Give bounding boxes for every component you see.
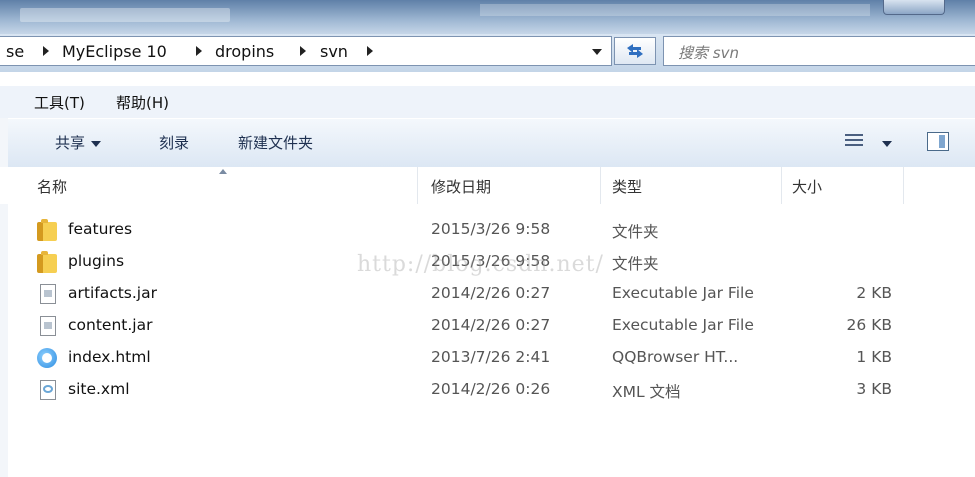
file-type: XML 文档 <box>612 383 681 401</box>
folder-icon <box>37 251 57 273</box>
browser-icon <box>37 348 57 368</box>
column-header-type[interactable]: 类型 <box>612 176 642 197</box>
breadcrumb-arrow-icon[interactable] <box>367 46 373 56</box>
address-bar[interactable]: se MyEclipse 10 dropins svn <box>0 36 612 66</box>
column-header-size[interactable]: 大小 <box>792 176 822 197</box>
file-row[interactable]: features 2015/3/26 9:58 文件夹 <box>0 215 975 247</box>
burn-button[interactable]: 刻录 <box>159 132 189 153</box>
column-divider[interactable] <box>781 167 782 204</box>
file-type: Executable Jar File <box>612 284 754 302</box>
file-name: plugins <box>68 252 125 270</box>
file-date: 2014/2/26 0:26 <box>431 380 551 398</box>
file-date: 2015/3/26 9:58 <box>431 220 551 238</box>
menu-bar: 工具(T) 帮助(H) <box>0 86 975 118</box>
search-box[interactable]: 搜索 svn <box>663 36 975 66</box>
file-row[interactable]: content.jar 2014/2/26 0:27 Executable Ja… <box>0 311 975 343</box>
file-date: 2013/7/26 2:41 <box>431 348 551 366</box>
column-header-row: 名称 修改日期 类型 大小 <box>0 167 975 204</box>
file-name: site.xml <box>68 380 130 398</box>
breadcrumb-svn[interactable]: svn <box>320 42 348 61</box>
watermark: http://blog.csdn.net/ <box>357 252 604 277</box>
view-dropdown-icon[interactable] <box>882 141 892 147</box>
file-date: 2014/2/26 0:27 <box>431 316 551 334</box>
file-type: QQBrowser HT... <box>612 348 739 366</box>
new-folder-button[interactable]: 新建文件夹 <box>238 132 313 153</box>
file-date: 2014/2/26 0:27 <box>431 284 551 302</box>
window-title-bar <box>0 0 975 34</box>
refresh-button[interactable] <box>614 37 656 65</box>
file-size: 26 KB <box>846 316 892 334</box>
refresh-icon <box>627 44 643 58</box>
share-label: 共享 <box>55 134 86 152</box>
file-name: content.jar <box>68 316 153 334</box>
breadcrumb-myeclipse[interactable]: MyEclipse 10 <box>62 42 167 61</box>
breadcrumb-dropins[interactable]: dropins <box>215 42 274 61</box>
file-type: 文件夹 <box>612 223 659 241</box>
xml-file-icon <box>40 380 56 400</box>
jar-file-icon <box>40 284 56 304</box>
column-divider[interactable] <box>903 167 904 204</box>
breadcrumb-se[interactable]: se <box>6 42 24 61</box>
file-type: Executable Jar File <box>612 316 754 334</box>
file-row[interactable]: artifacts.jar 2014/2/26 0:27 Executable … <box>0 279 975 311</box>
title-glass <box>20 8 230 22</box>
menu-tools[interactable]: 工具(T) <box>34 92 85 113</box>
column-divider[interactable] <box>600 167 601 204</box>
folder-icon <box>37 219 57 241</box>
breadcrumb-arrow-icon[interactable] <box>300 46 306 56</box>
file-row[interactable]: site.xml 2014/2/26 0:26 XML 文档 3 KB <box>0 375 975 407</box>
preview-pane-button[interactable] <box>927 132 949 151</box>
column-header-date[interactable]: 修改日期 <box>431 176 491 197</box>
window-controls[interactable] <box>883 0 945 15</box>
share-button[interactable]: 共享 <box>55 132 102 153</box>
file-name: artifacts.jar <box>68 284 157 302</box>
file-size: 1 KB <box>856 348 892 366</box>
file-row[interactable]: index.html 2013/7/26 2:41 QQBrowser HT..… <box>0 343 975 375</box>
address-row: se MyEclipse 10 dropins svn 搜索 svn <box>0 34 975 72</box>
menu-help[interactable]: 帮助(H) <box>116 92 169 113</box>
file-size: 2 KB <box>856 284 892 302</box>
file-name: index.html <box>68 348 151 366</box>
share-dropdown-icon <box>91 140 102 147</box>
column-header-name[interactable]: 名称 <box>37 176 67 197</box>
jar-file-icon <box>40 316 56 336</box>
file-type: 文件夹 <box>612 255 659 273</box>
column-divider[interactable] <box>417 167 418 204</box>
command-bar: 共享 刻录 新建文件夹 <box>0 118 975 168</box>
title-glass-right <box>480 4 870 16</box>
search-placeholder: 搜索 svn <box>678 44 739 62</box>
view-options-icon[interactable] <box>845 134 863 150</box>
address-history-dropdown-icon[interactable] <box>592 49 602 55</box>
sort-ascending-icon <box>219 169 227 174</box>
file-size: 3 KB <box>856 380 892 398</box>
file-name: features <box>68 220 133 238</box>
breadcrumb-arrow-icon[interactable] <box>43 46 49 56</box>
breadcrumb-arrow-icon[interactable] <box>196 46 202 56</box>
